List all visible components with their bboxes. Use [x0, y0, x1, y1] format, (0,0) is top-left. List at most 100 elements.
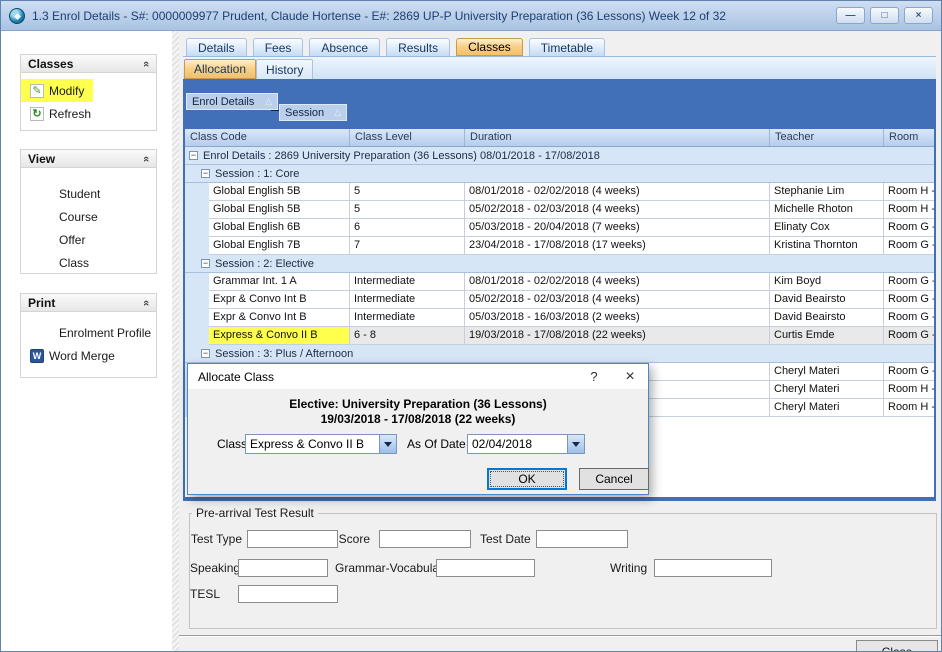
- panel-header-classes[interactable]: Classes«: [21, 55, 156, 73]
- column-header-duration[interactable]: Duration: [465, 129, 770, 146]
- sidebar-item-class[interactable]: Class: [21, 251, 156, 274]
- cell-room: Room G -: [884, 219, 934, 237]
- tesl-field[interactable]: [238, 585, 338, 603]
- cell-class-code: Express & Convo II B: [209, 327, 350, 345]
- test-date-label: Test Date: [480, 530, 530, 548]
- minimize-button[interactable]: —: [836, 7, 865, 24]
- titlebar[interactable]: 1.3 Enrol Details - S#: 0000009977 Prude…: [1, 1, 941, 31]
- help-icon[interactable]: ?: [576, 364, 612, 389]
- collapse-icon[interactable]: −: [201, 169, 210, 178]
- sidebar-item-modify[interactable]: ✎Modify: [21, 79, 93, 102]
- score-field[interactable]: [379, 530, 471, 548]
- cell-teacher: Cheryl Materi: [770, 363, 884, 381]
- sort-asc-icon: △: [255, 96, 272, 107]
- grammar-vocabulary-label: Grammar-Vocabulary: [335, 559, 430, 577]
- sidebar-item-refresh[interactable]: ↻Refresh: [21, 102, 156, 125]
- cancel-button[interactable]: Cancel: [579, 468, 649, 490]
- window-title: 1.3 Enrol Details - S#: 0000009977 Prude…: [32, 9, 836, 23]
- ok-button[interactable]: OK: [487, 468, 567, 490]
- tab-classes[interactable]: Classes: [456, 38, 523, 56]
- cell-room: Room G -: [884, 309, 934, 327]
- sidebar-item-word-merge[interactable]: WWord Merge: [21, 344, 156, 367]
- class-combobox[interactable]: Express & Convo II B: [245, 434, 397, 454]
- word-icon: W: [30, 349, 44, 363]
- group-row-enrol-details[interactable]: −Enrol Details : 2869 University Prepara…: [185, 147, 934, 165]
- writing-label: Writing: [610, 559, 644, 577]
- table-row[interactable]: Express & Convo II B6 - 819/03/2018 - 17…: [185, 327, 934, 345]
- table-row[interactable]: Expr & Convo Int BIntermediate05/03/2018…: [185, 309, 934, 327]
- cell-duration: 23/04/2018 - 17/08/2018 (17 weeks): [465, 237, 770, 255]
- group-row-session-1-core[interactable]: −Session : 1: Core: [185, 165, 934, 183]
- close-button[interactable]: Close: [856, 640, 938, 652]
- cell-teacher: Cheryl Materi: [770, 381, 884, 399]
- as-of-date-combobox[interactable]: 02/04/2018: [467, 434, 585, 454]
- dialog-close-icon[interactable]: ×: [612, 364, 648, 389]
- table-row[interactable]: Grammar Int. 1 AIntermediate08/01/2018 -…: [185, 273, 934, 291]
- sidebar-item-offer[interactable]: Offer: [21, 228, 156, 251]
- cell-duration: 05/03/2018 - 20/04/2018 (7 weeks): [465, 219, 770, 237]
- grammar-vocabulary-field[interactable]: [436, 559, 535, 577]
- collapse-icon[interactable]: −: [189, 151, 198, 160]
- group-row-session-3-plus-afternoon[interactable]: −Session : 3: Plus / Afternoon: [185, 345, 934, 363]
- cell-teacher: Elinaty Cox: [770, 219, 884, 237]
- as-of-date-dropdown-icon[interactable]: [567, 435, 584, 453]
- sidebar-item-label: Class: [59, 256, 89, 270]
- column-header-class-code[interactable]: Class Code: [185, 129, 350, 146]
- group-row-label: Session : 3: Plus / Afternoon: [215, 348, 353, 360]
- panel-header-print[interactable]: Print«: [21, 294, 156, 312]
- restore-button[interactable]: □: [870, 7, 899, 24]
- collapse-icon[interactable]: −: [201, 349, 210, 358]
- table-row[interactable]: Global English 7B723/04/2018 - 17/08/201…: [185, 237, 934, 255]
- class-dropdown-icon[interactable]: [379, 435, 396, 453]
- test-type-label: Test Type: [190, 530, 242, 548]
- close-window-button[interactable]: ×: [904, 7, 933, 24]
- cell-class-code: Expr & Convo Int B: [209, 309, 350, 327]
- table-row[interactable]: Global English 5B508/01/2018 - 02/02/201…: [185, 183, 934, 201]
- cell-duration: 05/02/2018 - 02/03/2018 (4 weeks): [465, 201, 770, 219]
- sidebar-item-enrolment-profile[interactable]: Enrolment Profile: [21, 321, 156, 344]
- tab-timetable[interactable]: Timetable: [529, 38, 605, 56]
- panel-body: ✎Modify↻Refresh: [21, 73, 156, 125]
- writing-field[interactable]: [654, 559, 772, 577]
- cell-class-level: 7: [350, 237, 465, 255]
- tab-results[interactable]: Results: [386, 38, 450, 56]
- groupby-label: Enrol Details: [192, 96, 254, 108]
- cell-teacher: Stephanie Lim: [770, 183, 884, 201]
- panel-header-view[interactable]: View«: [21, 150, 156, 168]
- groupby-enrol-details[interactable]: Enrol Details △: [186, 93, 278, 110]
- sidebar-item-label: Modify: [49, 84, 84, 98]
- sidebar-panel-view: View« StudentCourseOffer Class: [20, 149, 157, 274]
- sidebar: Classes«✎Modify↻RefreshView«StudentCours…: [1, 31, 179, 651]
- cell-duration: 08/01/2018 - 02/02/2018 (4 weeks): [465, 273, 770, 291]
- column-header-teacher[interactable]: Teacher: [770, 129, 884, 146]
- collapse-icon[interactable]: −: [201, 259, 210, 268]
- subtab-history[interactable]: History: [256, 59, 313, 79]
- dialog-titlebar[interactable]: Allocate Class ? ×: [188, 364, 648, 389]
- sidebar-item-course[interactable]: Course: [21, 205, 156, 228]
- sidebar-panel-print: Print« Enrolment ProfileWWord Merge: [20, 293, 157, 378]
- tab-details[interactable]: Details: [186, 38, 247, 56]
- test-date-field[interactable]: [536, 530, 628, 548]
- class-combobox-value: Express & Convo II B: [246, 437, 379, 451]
- table-row[interactable]: Expr & Convo Int BIntermediate05/02/2018…: [185, 291, 934, 309]
- cell-duration: 05/02/2018 - 02/03/2018 (4 weeks): [465, 291, 770, 309]
- subtab-allocation[interactable]: Allocation: [184, 59, 256, 79]
- cell-teacher: David Beairsto: [770, 291, 884, 309]
- speaking-field[interactable]: [238, 559, 328, 577]
- row-indent: [185, 237, 209, 255]
- column-header-class-level[interactable]: Class Level: [350, 129, 465, 146]
- cell-room: Room G -: [884, 273, 934, 291]
- cell-room: Room G -: [884, 291, 934, 309]
- tab-absence[interactable]: Absence: [309, 38, 380, 56]
- table-row[interactable]: Global English 5B505/02/2018 - 02/03/201…: [185, 201, 934, 219]
- sidebar-item-student[interactable]: Student: [21, 182, 156, 205]
- column-header-room[interactable]: Room: [884, 129, 934, 146]
- group-indent: [185, 165, 197, 182]
- table-row[interactable]: Global English 6B605/03/2018 - 20/04/201…: [185, 219, 934, 237]
- chevron-up-icon: «: [140, 60, 152, 66]
- row-indent: [185, 327, 209, 345]
- panel-title: Classes: [28, 57, 143, 71]
- group-row-session-2-elective[interactable]: −Session : 2: Elective: [185, 255, 934, 273]
- groupby-session[interactable]: Session △: [279, 104, 347, 121]
- tab-fees[interactable]: Fees: [253, 38, 304, 56]
